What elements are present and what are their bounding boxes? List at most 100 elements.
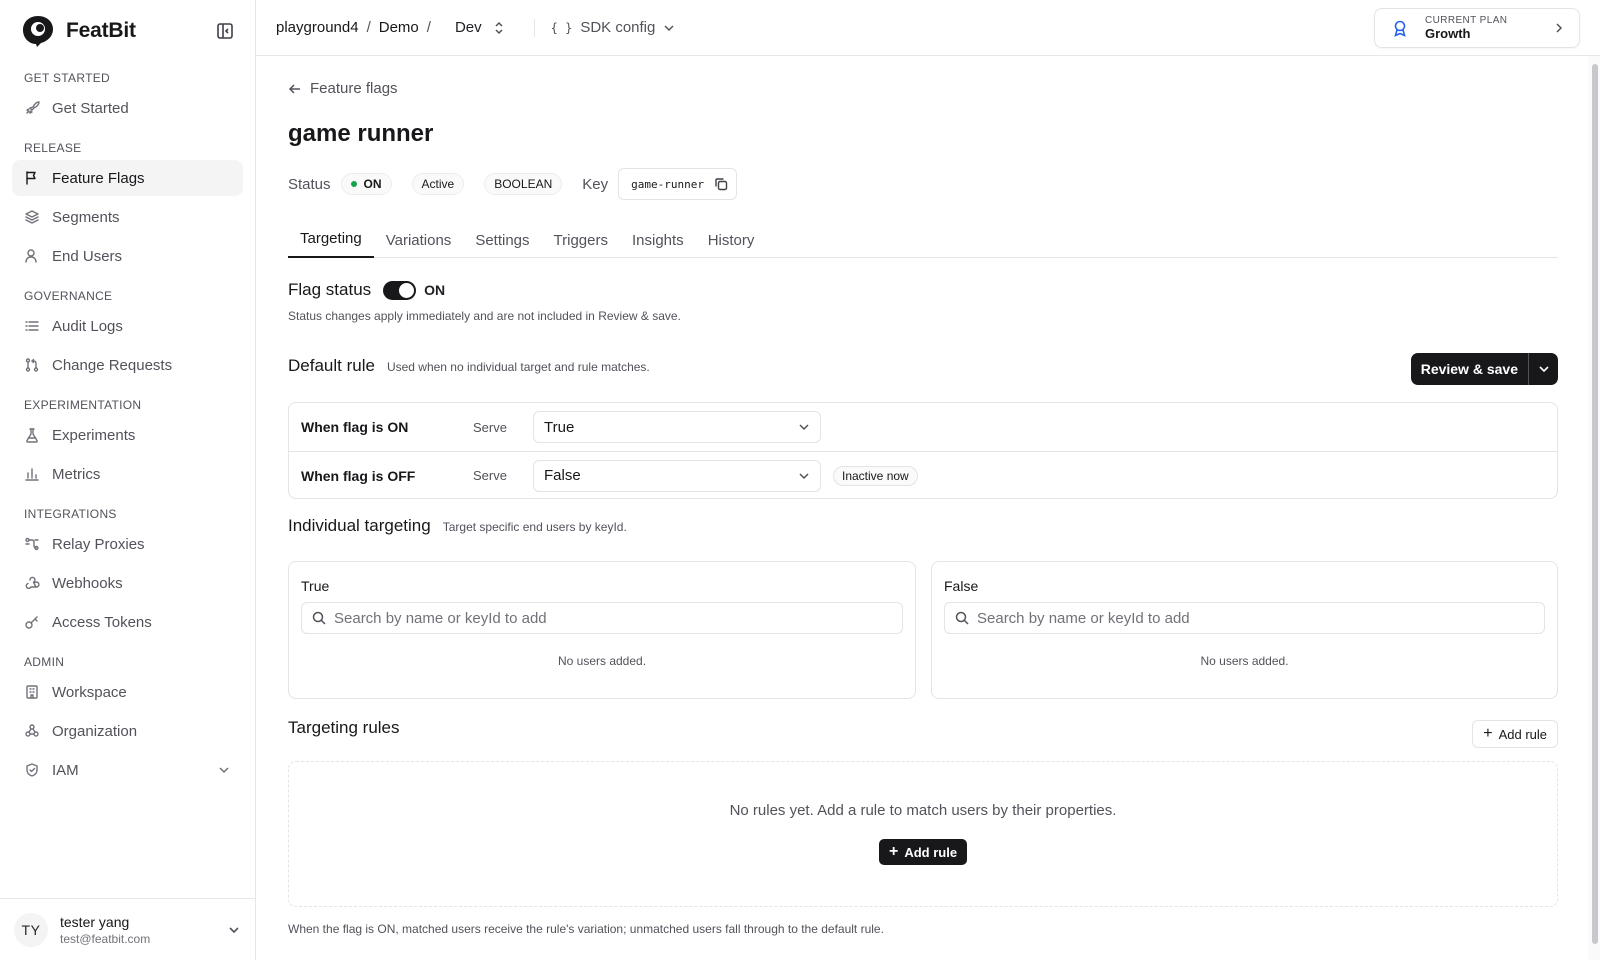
nav-section-title: INTEGRATIONS [24,507,117,521]
current-plan-card[interactable]: CURRENT PLAN Growth [1374,8,1580,48]
sidebar-item-label: Webhooks [52,574,123,592]
individual-target-true-card: True No users added. [288,561,916,699]
review-save-button-group: Review & save [1410,353,1558,385]
default-rule-header: Default rule Used when no individual tar… [288,356,650,376]
sidebar-item-label: Relay Proxies [52,535,145,553]
relay-icon [24,536,40,552]
chevron-down-icon [1538,366,1549,373]
flag-status-note: Status changes apply immediately and are… [288,309,681,323]
rocket-icon [24,100,40,116]
sidebar-item-label: Workspace [52,683,127,701]
default-rule-on-row: When flag is ON Serve True [289,403,1557,451]
card-title: True [301,578,330,594]
sdk-config-button[interactable]: { } SDK config [551,19,676,36]
serve-label: Serve [473,419,507,435]
shield-icon [24,762,40,778]
sidebar-item-webhooks[interactable]: Webhooks [12,565,243,601]
flag-key-box: game-runner [618,168,737,200]
key-icon [24,614,40,630]
search-users-input[interactable] [334,609,892,627]
tab-history[interactable]: History [696,222,767,258]
flag-meta-row: Status ON Active BOOLEAN Key game-runner [288,168,737,200]
serve-on-select[interactable]: True [533,411,821,443]
breadcrumb-workspace[interactable]: playground4 [276,19,359,36]
nav-section-title: ADMIN [24,655,65,669]
sidebar-item-segments[interactable]: Segments [12,199,243,235]
sidebar-item-feature-flags[interactable]: Feature Flags [12,160,243,196]
back-link-label: Feature flags [310,80,398,97]
sidebar-item-workspace[interactable]: Workspace [12,674,243,710]
app-name: FeatBit [66,19,136,42]
user-menu[interactable]: TY tester yang test@featbit.com [0,898,255,960]
breadcrumb-separator: / [366,19,371,36]
add-first-rule-button[interactable]: + Add rule [879,839,968,865]
add-rule-button[interactable]: + Add rule [1472,720,1558,748]
sidebar-item-end-users[interactable]: End Users [12,238,243,274]
key-label: Key [582,175,609,193]
search-box [301,602,903,634]
empty-users-note: No users added. [1200,654,1289,668]
sidebar-item-access-tokens[interactable]: Access Tokens [12,604,243,640]
status-badge: ON [340,173,392,195]
sdk-config-label: SDK config [580,19,656,36]
nav-section-title: RELEASE [24,141,82,155]
empty-users-note: No users added. [557,654,647,668]
chevron-down-icon [227,923,241,937]
default-rule-off-row: When flag is OFF Serve False Inactive no… [289,451,1557,499]
default-rule-box: When flag is ON Serve True When flag is … [288,402,1558,499]
chevron-down-icon [798,470,810,482]
empty-rules-note: No rules yet. Add a rule to match users … [729,802,1117,819]
state-badge: Active [411,173,465,195]
status-dot-icon [350,181,357,187]
nav-section-title: GOVERNANCE [24,289,113,303]
sidebar-item-audit-logs[interactable]: Audit Logs [12,308,243,344]
tab-settings[interactable]: Settings [463,222,541,258]
search-users-input[interactable] [977,609,1534,627]
avatar: TY [14,912,48,947]
topbar: playground4 / Demo / Dev { } SDK config … [256,0,1600,56]
tab-insights[interactable]: Insights [620,222,696,258]
flag-key: game-runner [631,177,704,191]
flag-status-title: Flag status [288,280,372,299]
flask-icon [24,427,40,443]
sidebar-item-organization[interactable]: Organization [12,713,243,749]
logo-row: FeatBit [0,0,255,62]
review-save-button[interactable]: Review & save [1411,353,1528,385]
flag-status-toggle[interactable] [383,280,417,300]
sidebar-item-label: Audit Logs [52,317,123,335]
search-box [944,602,1545,634]
git-pull-request-icon [24,357,40,373]
plus-icon: + [1483,725,1493,742]
sidebar-item-iam[interactable]: IAM [12,752,243,788]
add-rule-label: Add rule [1498,726,1547,742]
back-to-feature-flags-link[interactable]: Feature flags [288,80,398,97]
breadcrumb-project[interactable]: Demo [379,19,419,36]
scrollbar-thumb[interactable] [1592,64,1598,944]
nav-section-title: GET STARTED [24,71,110,85]
tab-triggers[interactable]: Triggers [542,222,620,258]
award-icon [1391,19,1409,37]
bar-chart-icon [24,466,40,482]
copy-icon[interactable] [714,177,728,191]
sidebar-item-label: Segments [52,208,120,226]
list-icon [24,318,40,334]
tab-variations[interactable]: Variations [374,222,464,258]
scrollbar[interactable] [1588,56,1600,960]
flag-tabs: Targeting Variations Settings Triggers Insig… [288,222,1558,258]
status-value: ON [363,177,382,191]
sidebar-item-change-requests[interactable]: Change Requests [12,347,243,383]
serve-off-select[interactable]: False [533,459,821,492]
sidebar-collapse-icon[interactable] [215,21,235,41]
sidebar-item-label: End Users [52,247,123,265]
sidebar-item-get-started[interactable]: Get Started [12,90,243,126]
sidebar-item-experiments[interactable]: Experiments [12,417,243,453]
env-name: Dev [454,19,482,36]
env-switcher[interactable]: Dev [455,19,506,36]
add-rule-label: Add rule [904,844,958,860]
select-value: True [544,418,575,436]
tab-targeting[interactable]: Targeting [288,222,374,258]
sidebar-item-metrics[interactable]: Metrics [12,456,243,492]
plan-value: Growth [1425,26,1471,41]
review-save-dropdown[interactable] [1528,353,1558,385]
sidebar-item-relay-proxies[interactable]: Relay Proxies [12,526,243,562]
